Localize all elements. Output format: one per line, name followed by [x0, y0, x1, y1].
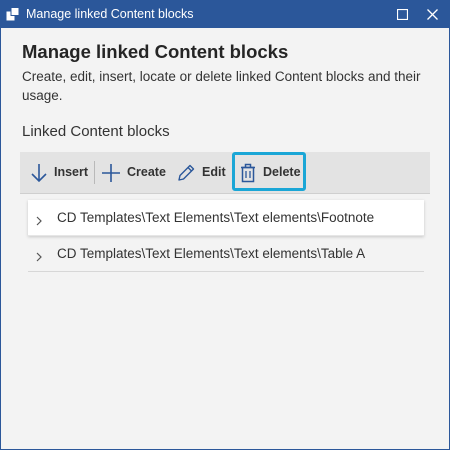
close-icon: [427, 9, 438, 20]
page-title: Manage linked Content blocks: [22, 41, 289, 62]
edit-label: Edit: [202, 165, 226, 179]
maximize-button[interactable]: [387, 1, 417, 28]
plus-icon: [101, 163, 121, 186]
chevron-right-icon[interactable]: [36, 249, 42, 267]
title-bar[interactable]: Manage linked Content blocks: [1, 1, 449, 28]
edit-button[interactable]: Edit: [172, 152, 227, 193]
content-block-list: CD Templates\Text Elements\Text elements…: [28, 200, 424, 272]
toolbar: Insert Create Edit Delete: [20, 152, 430, 194]
list-item-path: CD Templates\Text Elements\Text elements…: [57, 246, 366, 261]
dialog-content: Manage linked Content blocks Create, edi…: [1, 28, 449, 449]
app-icon: [6, 7, 20, 21]
page-description: Create, edit, insert, locate or delete l…: [22, 69, 421, 103]
close-button[interactable]: [417, 1, 447, 28]
delete-label: Delete: [263, 165, 301, 179]
chevron-right-icon[interactable]: [36, 213, 42, 231]
dialog-window: Manage linked Content blocks Manage link…: [0, 0, 450, 450]
list-item-path: CD Templates\Text Elements\Text elements…: [57, 210, 375, 225]
section-label: Linked Content blocks: [22, 123, 170, 140]
delete-button[interactable]: Delete: [232, 152, 306, 191]
insert-label: Insert: [54, 165, 89, 179]
maximize-icon: [397, 9, 408, 20]
create-label: Create: [127, 165, 166, 179]
arrow-down-icon: [30, 163, 48, 186]
toolbar-divider: [94, 161, 95, 184]
window-title: Manage linked Content blocks: [26, 7, 194, 21]
list-item[interactable]: CD Templates\Text Elements\Text elements…: [28, 236, 424, 272]
insert-button[interactable]: Insert: [20, 152, 92, 193]
list-item[interactable]: CD Templates\Text Elements\Text elements…: [28, 200, 424, 236]
create-button[interactable]: Create: [97, 152, 167, 193]
pencil-icon: [176, 163, 196, 186]
trash-icon: [240, 163, 256, 186]
